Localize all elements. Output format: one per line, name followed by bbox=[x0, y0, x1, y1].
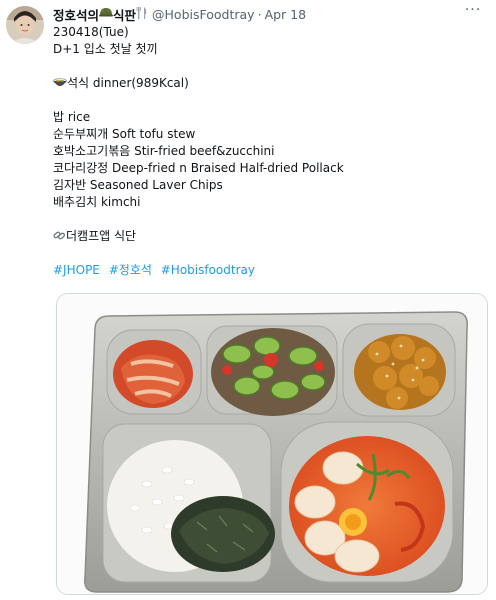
hashtags: #JHOPE #정호석 #Hobisfoodtray bbox=[53, 262, 473, 279]
menu-item: 순두부찌개 Soft tofu stew bbox=[53, 127, 196, 141]
meal-heading-line: 석식 dinner(989Kcal) bbox=[53, 75, 473, 92]
hashtag[interactable]: #정호석 bbox=[109, 263, 152, 277]
display-name-suffix[interactable]: 식판 bbox=[113, 5, 136, 24]
link-icon bbox=[53, 229, 66, 247]
menu-item: 호박소고기볶음 Stir-fried beef&zucchini bbox=[53, 144, 275, 158]
user-handle[interactable]: @HobisFoodtray bbox=[152, 7, 255, 22]
date-code: 230418(Tue) bbox=[53, 25, 129, 39]
tweet-media[interactable] bbox=[56, 293, 488, 595]
fork-knife-icon bbox=[136, 6, 148, 23]
menu-item: 코다리강정 Deep-fried n Braised Half-dried Po… bbox=[53, 161, 344, 175]
separator-dot: · bbox=[257, 6, 262, 22]
display-name[interactable]: 정호석의 bbox=[53, 5, 99, 24]
tweet-text: 230418(Tue) D+1 입소 첫날 첫끼 석식 dinner(989Kc… bbox=[53, 24, 473, 279]
helmet-icon bbox=[99, 6, 114, 23]
tweet-date[interactable]: Apr 18 bbox=[265, 7, 307, 22]
app-link[interactable]: 더캠프앱 식단 bbox=[66, 229, 136, 243]
tweet-header: 정호석의 식판 @HobisFoodtray · Apr 18 bbox=[53, 5, 306, 23]
hashtag[interactable]: #Hobisfoodtray bbox=[161, 263, 255, 277]
meal-bowl-icon bbox=[53, 76, 67, 94]
more-horizontal-icon[interactable]: ··· bbox=[462, 2, 484, 20]
menu-item: 배추김치 kimchi bbox=[53, 195, 141, 209]
tweet-subtitle: D+1 입소 첫날 첫끼 bbox=[53, 42, 158, 56]
avatar-image bbox=[6, 6, 44, 44]
avatar[interactable] bbox=[6, 6, 44, 44]
menu-item: 김자반 Seasoned Laver Chips bbox=[53, 178, 223, 192]
tweet[interactable]: 정호석의 식판 @HobisFoodtray · Apr 18 ··· 2304… bbox=[0, 0, 496, 600]
menu-item: 밥 rice bbox=[53, 110, 91, 124]
meal-heading: 석식 dinner(989Kcal) bbox=[67, 76, 189, 90]
app-link-line[interactable]: 더캠프앱 식단 bbox=[53, 228, 473, 245]
food-tray-image bbox=[57, 294, 487, 594]
hashtag[interactable]: #JHOPE bbox=[53, 263, 100, 277]
